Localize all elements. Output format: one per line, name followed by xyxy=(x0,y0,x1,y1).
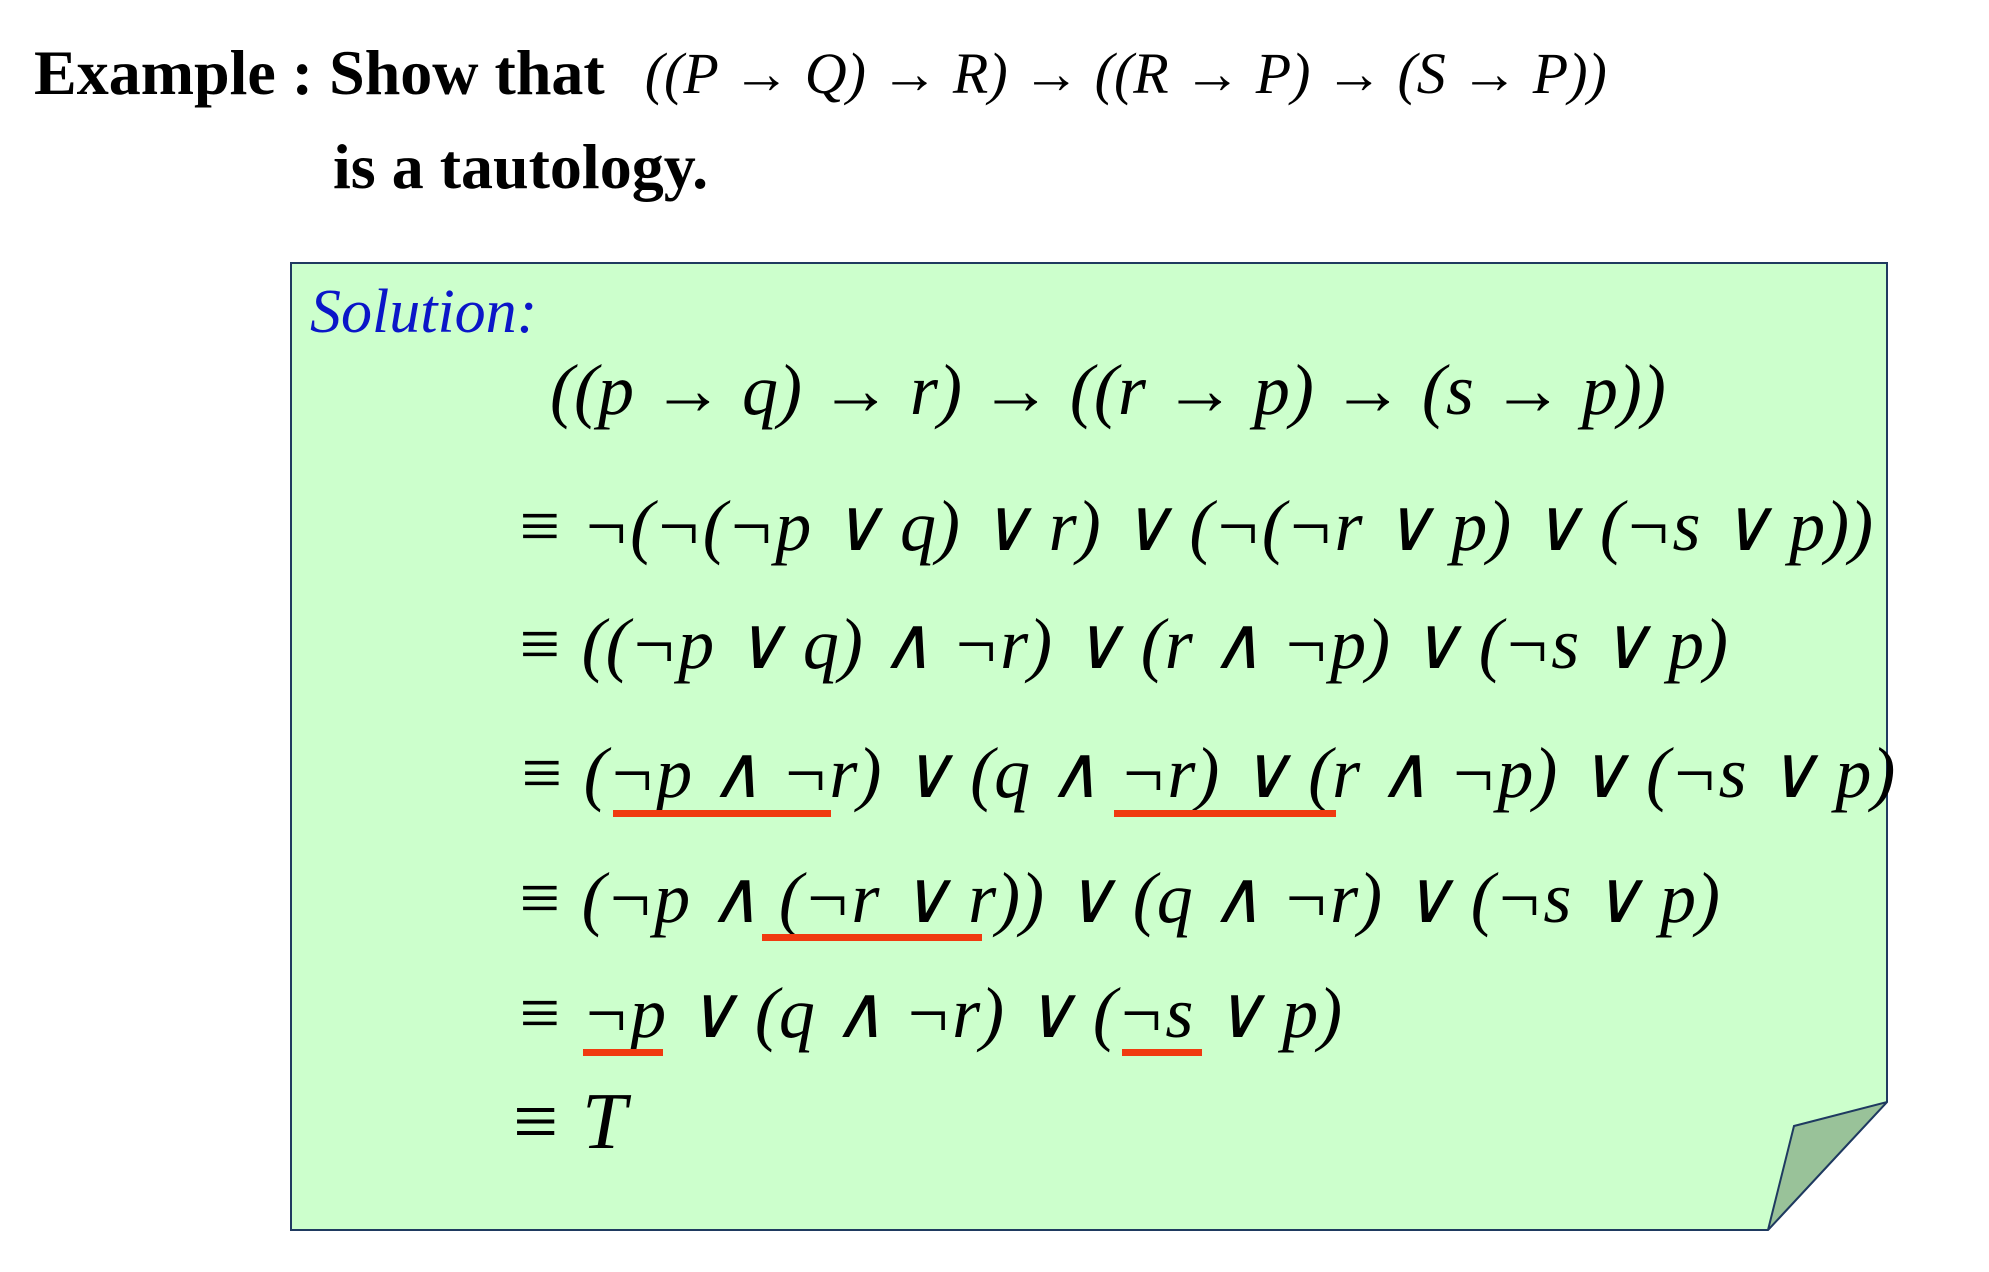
original-formula: ((p → q) → r) → ((r → p) → (s → p)) xyxy=(550,350,1666,430)
result-tautology: ≡ T xyxy=(508,1078,627,1166)
example-heading: Example : Show that ((P → Q) → R) → ((R … xyxy=(34,28,1607,118)
example-label: Example : Show that xyxy=(34,37,605,108)
solution-note: Solution: ((p → q) → r) → ((r → p) → (s … xyxy=(290,262,1895,1232)
step-3-distribute: ≡ (¬p ∧ ¬r) ∨ (q ∧ ¬r) ∨ (r ∧ ¬p) ∨ (¬s … xyxy=(517,733,1896,813)
solution-label: Solution: xyxy=(310,278,538,346)
highlight-underline-r-and-not-p xyxy=(1114,810,1336,817)
highlight-underline-not-p xyxy=(583,1049,663,1056)
step-5-simplify: ≡ ¬p ∨ (q ∧ ¬r) ∨ (¬s ∨ p) xyxy=(515,973,1343,1053)
highlight-underline-not-p-and-not-r xyxy=(613,810,831,817)
highlight-underline-or-p xyxy=(1122,1049,1202,1056)
step-2-de-morgan: ≡ ((¬p ∨ q) ∧ ¬r) ∨ (r ∧ ¬p) ∨ (¬s ∨ p) xyxy=(515,604,1728,684)
step-4-factor: ≡ (¬p ∧ (¬r ∨ r)) ∨ (q ∧ ¬r) ∨ (¬s ∨ p) xyxy=(515,858,1721,938)
example-heading-continuation: is a tautology. xyxy=(333,131,709,202)
example-formula: ((P → Q) → R) → ((R → P) → (S → P)) xyxy=(644,40,1607,106)
highlight-underline-not-r-or-r xyxy=(762,934,982,941)
step-1-eliminate-implications: ≡ ¬(¬(¬p ∨ q) ∨ r) ∨ (¬(¬r ∨ p) ∨ (¬s ∨ … xyxy=(515,486,1874,566)
